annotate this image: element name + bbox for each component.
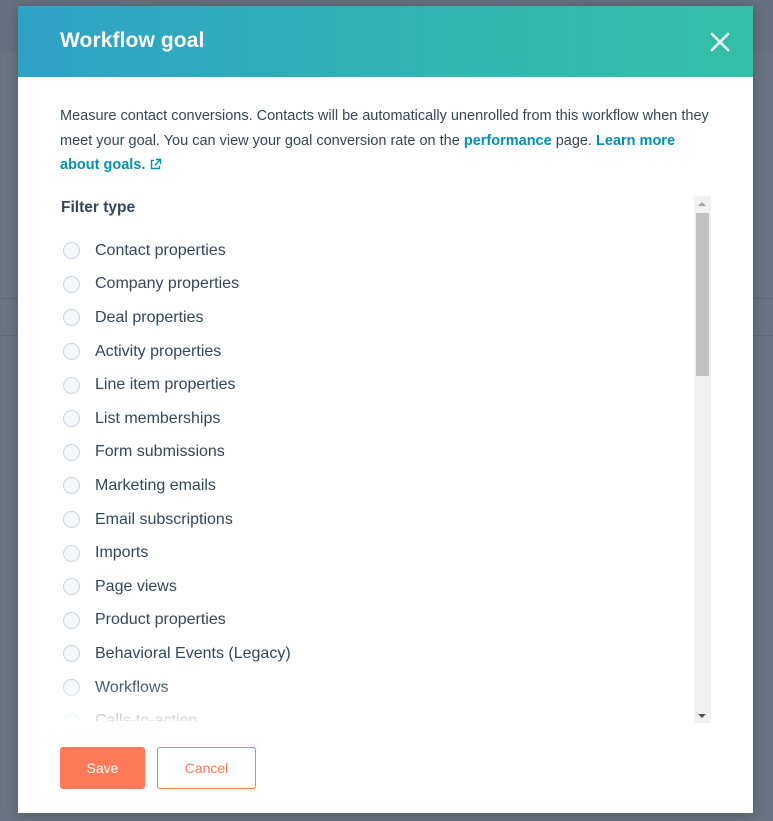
radio-button[interactable] [63, 376, 80, 394]
close-button[interactable] [709, 31, 731, 53]
list-fade-overlay [60, 681, 711, 721]
save-button[interactable]: Save [60, 747, 145, 789]
performance-link[interactable]: performance [464, 133, 552, 149]
filter-option-label: Imports [95, 544, 149, 562]
dialog-header: Workflow goal [18, 6, 753, 77]
filter-option[interactable]: Marketing emails [60, 469, 291, 503]
workflow-goal-dialog: Workflow goal Measure contact conversion… [18, 6, 753, 813]
filter-type-list[interactable]: Filter type Contact properties Company pr… [60, 196, 711, 721]
filter-option[interactable]: Behavioral Events (Legacy) [60, 637, 291, 671]
filter-option-label: List memberships [95, 409, 221, 427]
radio-button[interactable] [63, 410, 80, 428]
dialog-title: Workflow goal [60, 29, 205, 52]
radio-button[interactable] [63, 443, 80, 461]
filter-option-label: Behavioral Events (Legacy) [95, 644, 291, 662]
filter-type-label: Filter type [61, 199, 136, 216]
radio-button[interactable] [63, 343, 80, 361]
cancel-button[interactable]: Cancel [157, 747, 256, 789]
filter-option[interactable]: Page views [60, 570, 291, 604]
scroll-up-arrow-icon[interactable] [698, 202, 706, 206]
filter-option[interactable]: Line item properties [60, 368, 291, 402]
filter-option-label: Activity properties [95, 342, 222, 360]
filter-option-label: Form submissions [95, 443, 225, 461]
radio-button[interactable] [63, 477, 80, 495]
filter-option-label: Line item properties [95, 376, 236, 394]
filter-option-label: Page views [95, 577, 177, 595]
radio-button[interactable] [63, 242, 80, 260]
filter-option-label: Company properties [95, 275, 240, 293]
filter-option-label: Contact properties [95, 241, 226, 259]
filter-option-label: Marketing emails [95, 476, 216, 494]
filter-options: Contact properties Company properties Deal… [60, 234, 291, 721]
radio-button[interactable] [63, 544, 80, 562]
radio-button[interactable] [63, 275, 80, 293]
goal-description: Measure contact conversions. Contacts wi… [60, 104, 710, 180]
filter-option[interactable]: Activity properties [60, 335, 291, 369]
filter-option[interactable]: Form submissions [60, 436, 291, 470]
filter-option-label: Email subscriptions [95, 510, 233, 528]
scrollbar-thumb[interactable] [696, 213, 709, 376]
radio-button[interactable] [63, 511, 80, 529]
radio-button[interactable] [63, 578, 80, 596]
radio-button[interactable] [63, 309, 80, 327]
filter-option[interactable]: Company properties [60, 268, 291, 302]
scroll-down-arrow-icon[interactable] [698, 714, 706, 718]
filter-option[interactable]: Imports [60, 536, 291, 570]
radio-button[interactable] [63, 645, 80, 663]
page-text: page. [555, 132, 593, 149]
close-icon [710, 32, 730, 52]
radio-button[interactable] [63, 611, 80, 629]
filter-option[interactable]: Email subscriptions [60, 503, 291, 537]
filter-option[interactable]: List memberships [60, 402, 291, 436]
external-link-icon [149, 155, 162, 180]
filter-option[interactable]: Product properties [60, 604, 291, 638]
filter-option[interactable]: Contact properties [60, 234, 291, 268]
filter-option-label: Deal properties [95, 308, 204, 326]
filter-option[interactable]: Deal properties [60, 301, 291, 335]
filter-list-scrollbar[interactable] [694, 196, 711, 723]
filter-option-label: Product properties [95, 611, 226, 629]
